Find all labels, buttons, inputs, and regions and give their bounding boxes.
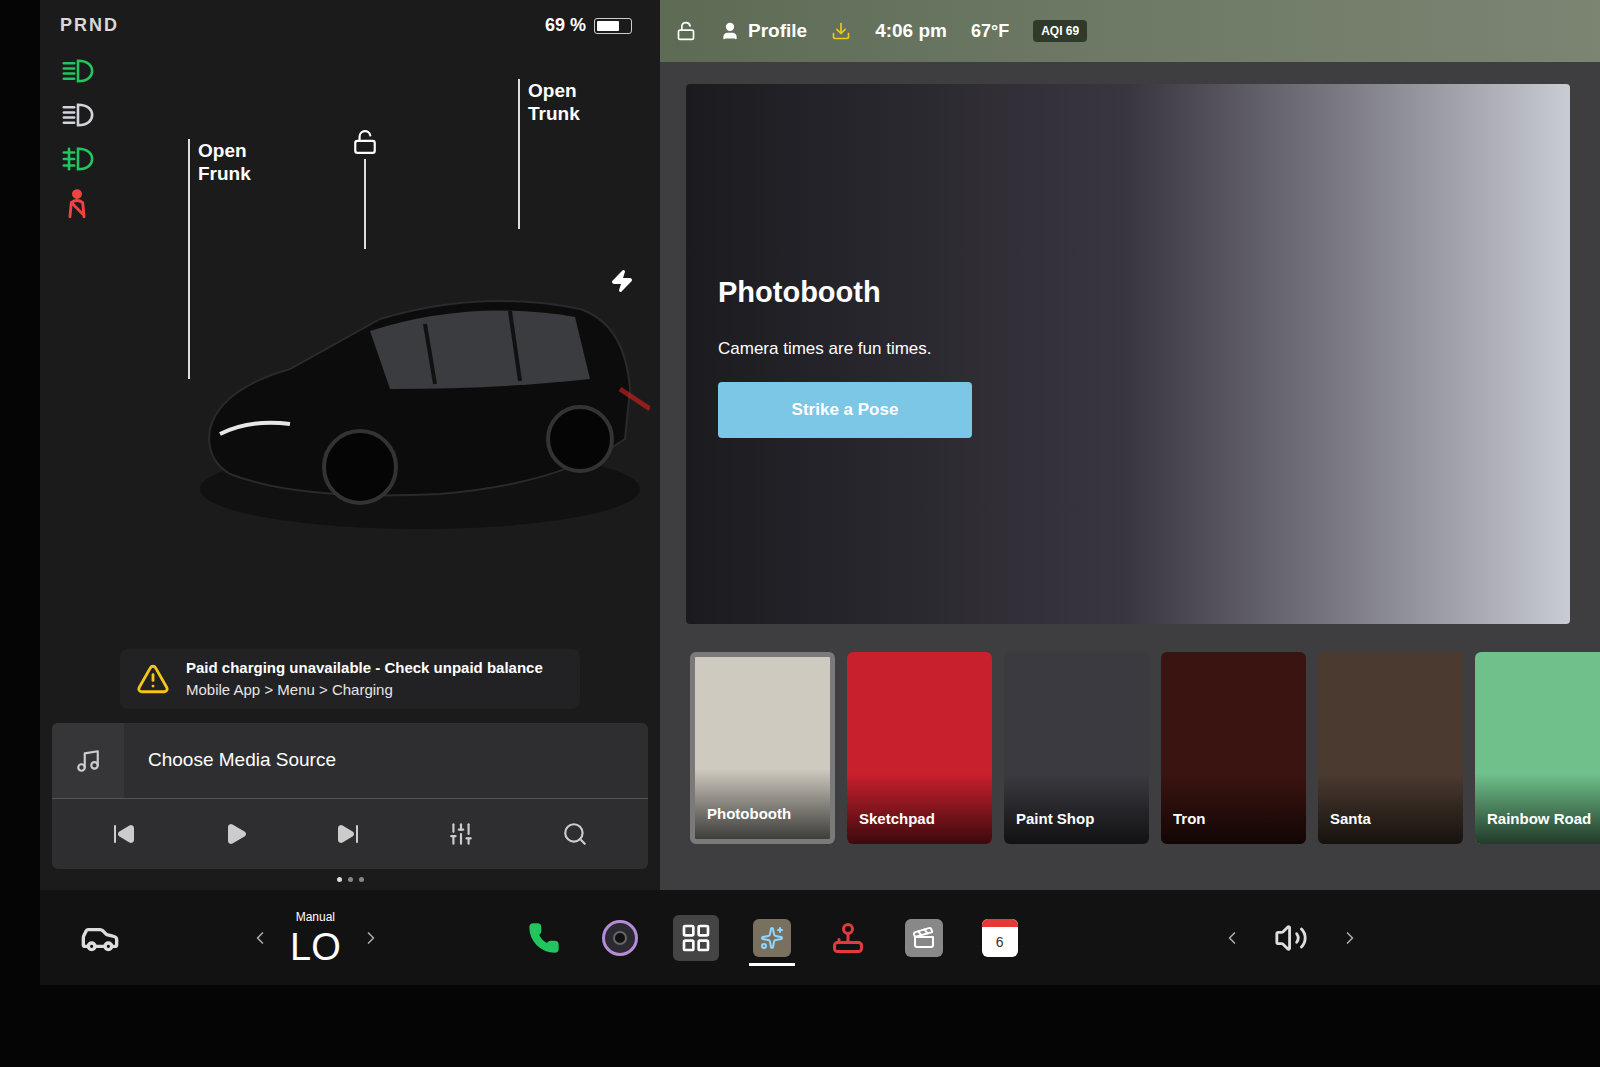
app-tile[interactable]: Paint Shop (1004, 652, 1149, 844)
warning-icon (136, 662, 170, 696)
status-bar: Profile 4:06 pm 67°F AQI 69 (660, 0, 1600, 62)
charge-port-button[interactable] (610, 269, 634, 293)
dock-app[interactable] (901, 909, 947, 966)
app-tile[interactable]: Tron (1161, 652, 1306, 844)
hero-card: Photobooth Camera times are fun times. Str… (686, 84, 1570, 624)
music-icon (75, 748, 101, 774)
app-panel: Profile 4:06 pm 67°F AQI 69 Photobooth Camera… (660, 0, 1600, 890)
volume-icon[interactable] (1274, 921, 1308, 955)
car-model-icon[interactable] (180, 239, 650, 539)
app-tiles: PhotoboothSketchpadPaint ShopTronSantaRa… (690, 652, 1600, 844)
equalizer-icon[interactable] (448, 821, 474, 847)
temp-up-icon[interactable] (361, 928, 381, 948)
app-tile[interactable]: Santa (1318, 652, 1463, 844)
auto-headlight-icon (60, 99, 96, 131)
app-dock: 6 (521, 905, 1023, 970)
indicator-column (40, 39, 110, 649)
dock-app[interactable] (825, 910, 871, 965)
aqi-badge: AQI 69 (1033, 20, 1087, 42)
media-player: Choose Media Source (52, 723, 648, 869)
climate-control: ManualLO (250, 908, 381, 968)
play-icon[interactable] (224, 822, 248, 846)
app-tile[interactable]: Photobooth (690, 652, 835, 844)
lock-button[interactable] (352, 129, 378, 249)
frunk-button[interactable]: OpenFrunk (188, 139, 251, 379)
temp-down-icon[interactable] (250, 928, 270, 948)
dock-app[interactable] (673, 905, 719, 970)
page-dot[interactable] (359, 877, 364, 882)
seatbelt-icon (60, 187, 94, 221)
page-dot[interactable] (337, 877, 342, 882)
search-icon[interactable] (562, 821, 588, 847)
dock-app[interactable]: 6 (977, 909, 1023, 966)
dock-app[interactable] (749, 909, 795, 966)
screen-frame: PRND 69 % OpenFrunk OpenTrunk Paid charging … (0, 0, 1600, 1067)
launcher-icon (673, 915, 719, 961)
gear-selector[interactable]: PRND (60, 12, 119, 39)
display: PRND 69 % OpenFrunk OpenTrunk Paid charging … (40, 0, 1600, 985)
battery-icon (594, 18, 632, 34)
unlock-icon (352, 129, 378, 155)
download-icon (831, 21, 851, 41)
app-tile[interactable]: Sketchpad (847, 652, 992, 844)
hero-subtitle: Camera times are fun times. (718, 336, 972, 362)
joystick-icon (830, 920, 866, 956)
previous-icon[interactable] (112, 822, 136, 846)
dock: ManualLO 6 (40, 890, 1600, 985)
trunk-button[interactable]: OpenTrunk (518, 79, 580, 229)
volume-control (1222, 921, 1360, 955)
strike-a-pose-button[interactable]: Strike a Pose (718, 382, 972, 438)
next-icon[interactable] (336, 822, 360, 846)
page-dot[interactable] (348, 877, 353, 882)
fog-light-icon (60, 143, 96, 175)
battery-status: 69 % (545, 12, 640, 39)
headlight-icon (60, 55, 96, 87)
cabin-temperature[interactable]: LO (290, 926, 341, 968)
car-icon[interactable] (80, 918, 120, 958)
calendar-icon: 6 (982, 919, 1018, 957)
phone-icon (528, 922, 560, 954)
outside-temperature: 67°F (971, 18, 1009, 45)
volume-down-icon[interactable] (1222, 928, 1242, 948)
app-tile[interactable]: Rainbow Road (1475, 652, 1600, 844)
camera-icon (602, 920, 638, 956)
toybox-icon (753, 919, 791, 957)
car-view: OpenFrunk OpenTrunk (110, 79, 660, 499)
dock-app[interactable] (521, 912, 567, 963)
profile-button[interactable]: Profile (720, 17, 807, 46)
dock-app[interactable] (597, 910, 643, 965)
charge-bolt-icon (610, 269, 634, 293)
hero-title: Photobooth (718, 271, 972, 315)
page-dots (40, 869, 660, 890)
volume-up-icon[interactable] (1340, 928, 1360, 948)
clock: 4:06 pm (875, 17, 947, 46)
theater-icon (905, 919, 943, 957)
car-panel: PRND 69 % OpenFrunk OpenTrunk Paid charging … (40, 0, 660, 890)
lock-status-icon[interactable] (676, 21, 696, 41)
charging-alert[interactable]: Paid charging unavailable - Check unpaid… (120, 649, 580, 709)
media-source-button[interactable]: Choose Media Source (52, 723, 648, 799)
